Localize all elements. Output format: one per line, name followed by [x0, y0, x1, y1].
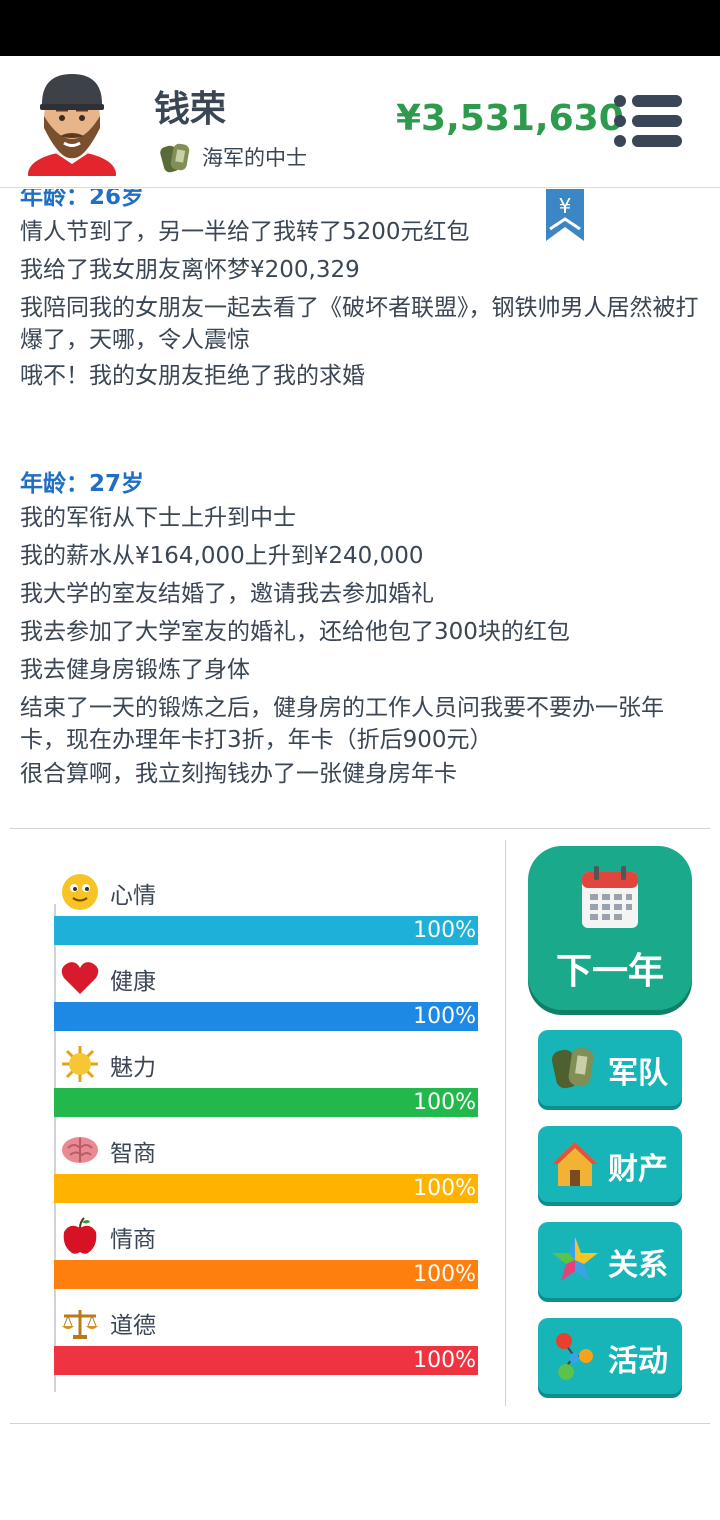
log-line: 我给了我女朋友离怀梦¥200,329	[20, 257, 360, 283]
divider-vertical	[505, 840, 506, 1406]
log-line: 我去参加了大学室友的婚礼，还给他包了300块的红包	[20, 619, 570, 645]
log-line: 我去健身房锻炼了身体	[20, 657, 250, 683]
stat-value: 100%	[413, 918, 476, 943]
log-line: 哦不！我的女朋友拒绝了我的求婚	[20, 363, 365, 389]
log-line: 我陪同我的女朋友一起去看了《破坏者联盟》，钢铁帅男人居然被打爆了，天哪，令人震惊	[20, 295, 699, 353]
stat-bar: 100%	[54, 916, 478, 945]
player-name: 钱荣	[154, 89, 227, 130]
stat-value: 100%	[413, 1262, 476, 1287]
stat-value: 100%	[413, 1090, 476, 1115]
log-line: 结束了一天的锻炼之后，健身房的工作人员问我要不要办一张年卡，现在办理年卡打3折，…	[20, 695, 664, 753]
smiley-icon	[62, 874, 98, 910]
rank-row: 海军的中士	[158, 140, 307, 174]
stat-label: 心情	[110, 883, 156, 909]
profile-header: 钱荣 海军的中士 ¥3,531,630	[0, 56, 720, 188]
age-heading-prev: 年龄：26岁	[20, 189, 145, 210]
stat-label: 健康	[110, 969, 156, 995]
avatar[interactable]	[24, 66, 120, 176]
bookmark-symbol: ¥	[559, 194, 572, 218]
activities-icon	[556, 1333, 593, 1380]
stat-eq: 情商 100%	[54, 1210, 478, 1290]
stat-bar: 100%	[54, 1174, 478, 1203]
assets-label: 财产	[608, 1152, 668, 1187]
age-heading: 年龄：27岁	[20, 471, 145, 497]
stat-label: 道德	[110, 1313, 156, 1339]
relations-button[interactable]: 关系	[538, 1222, 682, 1298]
stat-morality: 道德 100%	[54, 1296, 478, 1376]
dog-tags-icon	[551, 1047, 594, 1089]
log-line: 我的薪水从¥164,000上升到¥240,000	[20, 543, 424, 569]
next-year-button[interactable]: 下一年	[528, 846, 692, 1010]
apple-icon	[63, 1217, 97, 1254]
rank-label: 海军的中士	[202, 146, 307, 170]
stat-bar: 100%	[54, 1346, 478, 1375]
log-line: 我大学的室友结婚了，邀请我去参加婚礼	[20, 581, 434, 607]
star-icon	[552, 1237, 598, 1281]
money-balance: ¥3,531,630	[396, 98, 624, 139]
brain-icon	[62, 1137, 98, 1163]
military-button[interactable]: 军队	[538, 1030, 682, 1106]
stat-label: 智商	[110, 1141, 156, 1167]
stat-value: 100%	[413, 1004, 476, 1029]
status-bar	[0, 0, 720, 56]
assets-button[interactable]: 财产	[538, 1126, 682, 1202]
log-line: 很合算啊，我立刻掏钱办了一张健身房年卡	[20, 761, 457, 787]
stat-value: 100%	[413, 1348, 476, 1373]
life-log[interactable]: 年龄：26岁 ¥ 情人节到了，另一半给了我转了5200元红包 我给了我女朋友离怀…	[0, 189, 720, 799]
next-year-label: 下一年	[555, 951, 664, 992]
stat-label: 魅力	[110, 1055, 156, 1081]
heart-icon	[61, 962, 99, 994]
log-line: 情人节到了，另一半给了我转了5200元红包	[20, 219, 470, 245]
relations-label: 关系	[608, 1248, 668, 1283]
activities-label: 活动	[608, 1344, 668, 1379]
stat-bar: 100%	[54, 1088, 478, 1117]
house-icon	[552, 1142, 598, 1186]
stat-label: 情商	[110, 1227, 156, 1253]
divider	[10, 828, 710, 829]
stat-bar: 100%	[54, 1260, 478, 1289]
activities-button[interactable]: 活动	[538, 1318, 682, 1394]
stat-value: 100%	[413, 1176, 476, 1201]
stat-bar: 100%	[54, 1002, 478, 1031]
calendar-icon	[582, 866, 638, 928]
divider	[10, 1423, 710, 1424]
sun-icon	[62, 1046, 98, 1082]
military-label: 军队	[608, 1056, 668, 1091]
stat-mood: 心情 100%	[54, 866, 478, 946]
log-line: 我的军衔从下士上升到中士	[20, 505, 296, 531]
stat-charm: 魅力 100%	[54, 1038, 478, 1118]
menu-icon[interactable]	[612, 94, 684, 148]
scales-icon	[62, 1310, 98, 1339]
stat-health: 健康 100%	[54, 952, 478, 1032]
dog-tags-icon	[160, 143, 190, 173]
stat-iq: 智商 100%	[54, 1124, 478, 1204]
